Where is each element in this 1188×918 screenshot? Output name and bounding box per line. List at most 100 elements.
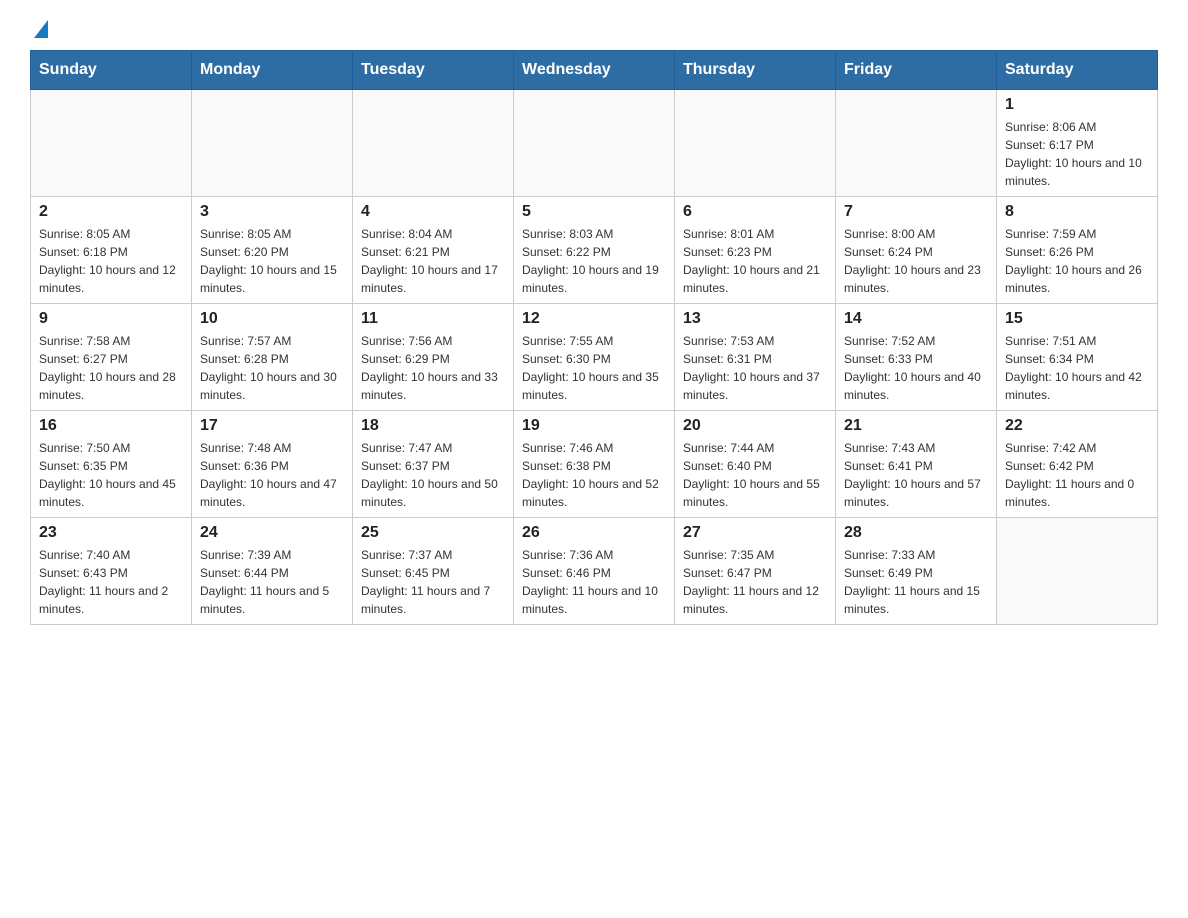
- calendar-cell: 5 Sunrise: 8:03 AMSunset: 6:22 PMDaylight…: [514, 197, 675, 304]
- calendar-header-row: SundayMondayTuesdayWednesdayThursdayFrid…: [31, 51, 1158, 90]
- day-info: Sunrise: 7:44 AMSunset: 6:40 PMDaylight:…: [683, 439, 827, 511]
- header-monday: Monday: [192, 51, 353, 90]
- day-number: 19: [522, 417, 666, 435]
- calendar-cell: [997, 518, 1158, 625]
- header-thursday: Thursday: [675, 51, 836, 90]
- day-info: Sunrise: 8:03 AMSunset: 6:22 PMDaylight:…: [522, 225, 666, 297]
- calendar-cell: 19 Sunrise: 7:46 AMSunset: 6:38 PMDayligh…: [514, 411, 675, 518]
- calendar-cell: 28Sunrise: 7:33 AMSunset: 6:49 PMDayligh…: [836, 518, 997, 625]
- calendar-cell: 12 Sunrise: 7:55 AMSunset: 6:30 PMDayligh…: [514, 304, 675, 411]
- day-info: Sunrise: 7:51 AMSunset: 6:34 PMDaylight:…: [1005, 332, 1149, 404]
- day-number: 23: [39, 524, 183, 542]
- calendar-cell: [675, 90, 836, 197]
- day-info: Sunrise: 7:48 AMSunset: 6:36 PMDaylight:…: [200, 439, 344, 511]
- calendar-cell: [514, 90, 675, 197]
- day-number: 5: [522, 203, 666, 221]
- day-info: Sunrise: 8:06 AMSunset: 6:17 PMDaylight:…: [1005, 118, 1149, 190]
- day-info: Sunrise: 7:47 AMSunset: 6:37 PMDaylight:…: [361, 439, 505, 511]
- day-number: 15: [1005, 310, 1149, 328]
- day-number: 10: [200, 310, 344, 328]
- calendar-cell: 27 Sunrise: 7:35 AMSunset: 6:47 PMDayligh…: [675, 518, 836, 625]
- calendar-cell: 16Sunrise: 7:50 AMSunset: 6:35 PMDayligh…: [31, 411, 192, 518]
- calendar-cell: 14 Sunrise: 7:52 AMSunset: 6:33 PMDayligh…: [836, 304, 997, 411]
- calendar-cell: 6 Sunrise: 8:01 AMSunset: 6:23 PMDaylight…: [675, 197, 836, 304]
- day-number: 3: [200, 203, 344, 221]
- calendar-cell: 1 Sunrise: 8:06 AMSunset: 6:17 PMDaylight…: [997, 90, 1158, 197]
- day-number: 22: [1005, 417, 1149, 435]
- day-info: Sunrise: 7:43 AMSunset: 6:41 PMDaylight:…: [844, 439, 988, 511]
- calendar-week-2: 2 Sunrise: 8:05 AMSunset: 6:18 PMDaylight…: [31, 197, 1158, 304]
- day-info: Sunrise: 8:05 AMSunset: 6:18 PMDaylight:…: [39, 225, 183, 297]
- logo-triangle-icon: [34, 20, 48, 38]
- header-friday: Friday: [836, 51, 997, 90]
- calendar-cell: 7Sunrise: 8:00 AMSunset: 6:24 PMDaylight…: [836, 197, 997, 304]
- calendar-cell: [836, 90, 997, 197]
- day-info: Sunrise: 7:39 AMSunset: 6:44 PMDaylight:…: [200, 546, 344, 618]
- calendar-cell: 26 Sunrise: 7:36 AMSunset: 6:46 PMDayligh…: [514, 518, 675, 625]
- day-info: Sunrise: 7:56 AMSunset: 6:29 PMDaylight:…: [361, 332, 505, 404]
- logo: [30, 20, 48, 40]
- day-number: 11: [361, 310, 505, 328]
- calendar-cell: 22 Sunrise: 7:42 AMSunset: 6:42 PMDayligh…: [997, 411, 1158, 518]
- calendar-cell: 15 Sunrise: 7:51 AMSunset: 6:34 PMDayligh…: [997, 304, 1158, 411]
- calendar-cell: 13 Sunrise: 7:53 AMSunset: 6:31 PMDayligh…: [675, 304, 836, 411]
- header-sunday: Sunday: [31, 51, 192, 90]
- calendar-cell: 4 Sunrise: 8:04 AMSunset: 6:21 PMDaylight…: [353, 197, 514, 304]
- calendar-week-5: 23 Sunrise: 7:40 AMSunset: 6:43 PMDayligh…: [31, 518, 1158, 625]
- day-info: Sunrise: 7:36 AMSunset: 6:46 PMDaylight:…: [522, 546, 666, 618]
- calendar-cell: 25 Sunrise: 7:37 AMSunset: 6:45 PMDayligh…: [353, 518, 514, 625]
- calendar-week-3: 9 Sunrise: 7:58 AMSunset: 6:27 PMDaylight…: [31, 304, 1158, 411]
- calendar-cell: 20 Sunrise: 7:44 AMSunset: 6:40 PMDayligh…: [675, 411, 836, 518]
- day-info: Sunrise: 7:37 AMSunset: 6:45 PMDaylight:…: [361, 546, 505, 618]
- day-info: Sunrise: 8:05 AMSunset: 6:20 PMDaylight:…: [200, 225, 344, 297]
- header-saturday: Saturday: [997, 51, 1158, 90]
- day-info: Sunrise: 7:35 AMSunset: 6:47 PMDaylight:…: [683, 546, 827, 618]
- day-number: 13: [683, 310, 827, 328]
- day-info: Sunrise: 7:40 AMSunset: 6:43 PMDaylight:…: [39, 546, 183, 618]
- day-info: Sunrise: 7:33 AMSunset: 6:49 PMDaylight:…: [844, 546, 988, 618]
- day-info: Sunrise: 7:53 AMSunset: 6:31 PMDaylight:…: [683, 332, 827, 404]
- page-header: [30, 20, 1158, 40]
- day-info: Sunrise: 8:00 AMSunset: 6:24 PMDaylight:…: [844, 225, 988, 297]
- day-number: 12: [522, 310, 666, 328]
- calendar-cell: 11 Sunrise: 7:56 AMSunset: 6:29 PMDayligh…: [353, 304, 514, 411]
- day-info: Sunrise: 7:58 AMSunset: 6:27 PMDaylight:…: [39, 332, 183, 404]
- day-info: Sunrise: 7:52 AMSunset: 6:33 PMDaylight:…: [844, 332, 988, 404]
- calendar-cell: 3 Sunrise: 8:05 AMSunset: 6:20 PMDaylight…: [192, 197, 353, 304]
- day-number: 2: [39, 203, 183, 221]
- day-number: 16: [39, 417, 183, 435]
- day-number: 24: [200, 524, 344, 542]
- day-number: 4: [361, 203, 505, 221]
- calendar-cell: [31, 90, 192, 197]
- calendar-table: SundayMondayTuesdayWednesdayThursdayFrid…: [30, 50, 1158, 625]
- day-number: 17: [200, 417, 344, 435]
- calendar-cell: 24 Sunrise: 7:39 AMSunset: 6:44 PMDayligh…: [192, 518, 353, 625]
- calendar-cell: 8 Sunrise: 7:59 AMSunset: 6:26 PMDaylight…: [997, 197, 1158, 304]
- calendar-cell: 2 Sunrise: 8:05 AMSunset: 6:18 PMDaylight…: [31, 197, 192, 304]
- day-info: Sunrise: 7:42 AMSunset: 6:42 PMDaylight:…: [1005, 439, 1149, 511]
- day-number: 6: [683, 203, 827, 221]
- day-number: 1: [1005, 96, 1149, 114]
- day-info: Sunrise: 8:04 AMSunset: 6:21 PMDaylight:…: [361, 225, 505, 297]
- day-info: Sunrise: 8:01 AMSunset: 6:23 PMDaylight:…: [683, 225, 827, 297]
- calendar-cell: [192, 90, 353, 197]
- header-wednesday: Wednesday: [514, 51, 675, 90]
- calendar-cell: 10 Sunrise: 7:57 AMSunset: 6:28 PMDayligh…: [192, 304, 353, 411]
- day-info: Sunrise: 7:59 AMSunset: 6:26 PMDaylight:…: [1005, 225, 1149, 297]
- day-number: 27: [683, 524, 827, 542]
- day-number: 26: [522, 524, 666, 542]
- day-number: 25: [361, 524, 505, 542]
- calendar-cell: [353, 90, 514, 197]
- header-tuesday: Tuesday: [353, 51, 514, 90]
- day-info: Sunrise: 7:57 AMSunset: 6:28 PMDaylight:…: [200, 332, 344, 404]
- calendar-cell: 9 Sunrise: 7:58 AMSunset: 6:27 PMDaylight…: [31, 304, 192, 411]
- day-number: 9: [39, 310, 183, 328]
- calendar-week-1: 1 Sunrise: 8:06 AMSunset: 6:17 PMDaylight…: [31, 90, 1158, 197]
- calendar-week-4: 16Sunrise: 7:50 AMSunset: 6:35 PMDayligh…: [31, 411, 1158, 518]
- day-number: 18: [361, 417, 505, 435]
- day-number: 8: [1005, 203, 1149, 221]
- day-number: 14: [844, 310, 988, 328]
- day-info: Sunrise: 7:55 AMSunset: 6:30 PMDaylight:…: [522, 332, 666, 404]
- day-info: Sunrise: 7:46 AMSunset: 6:38 PMDaylight:…: [522, 439, 666, 511]
- day-number: 20: [683, 417, 827, 435]
